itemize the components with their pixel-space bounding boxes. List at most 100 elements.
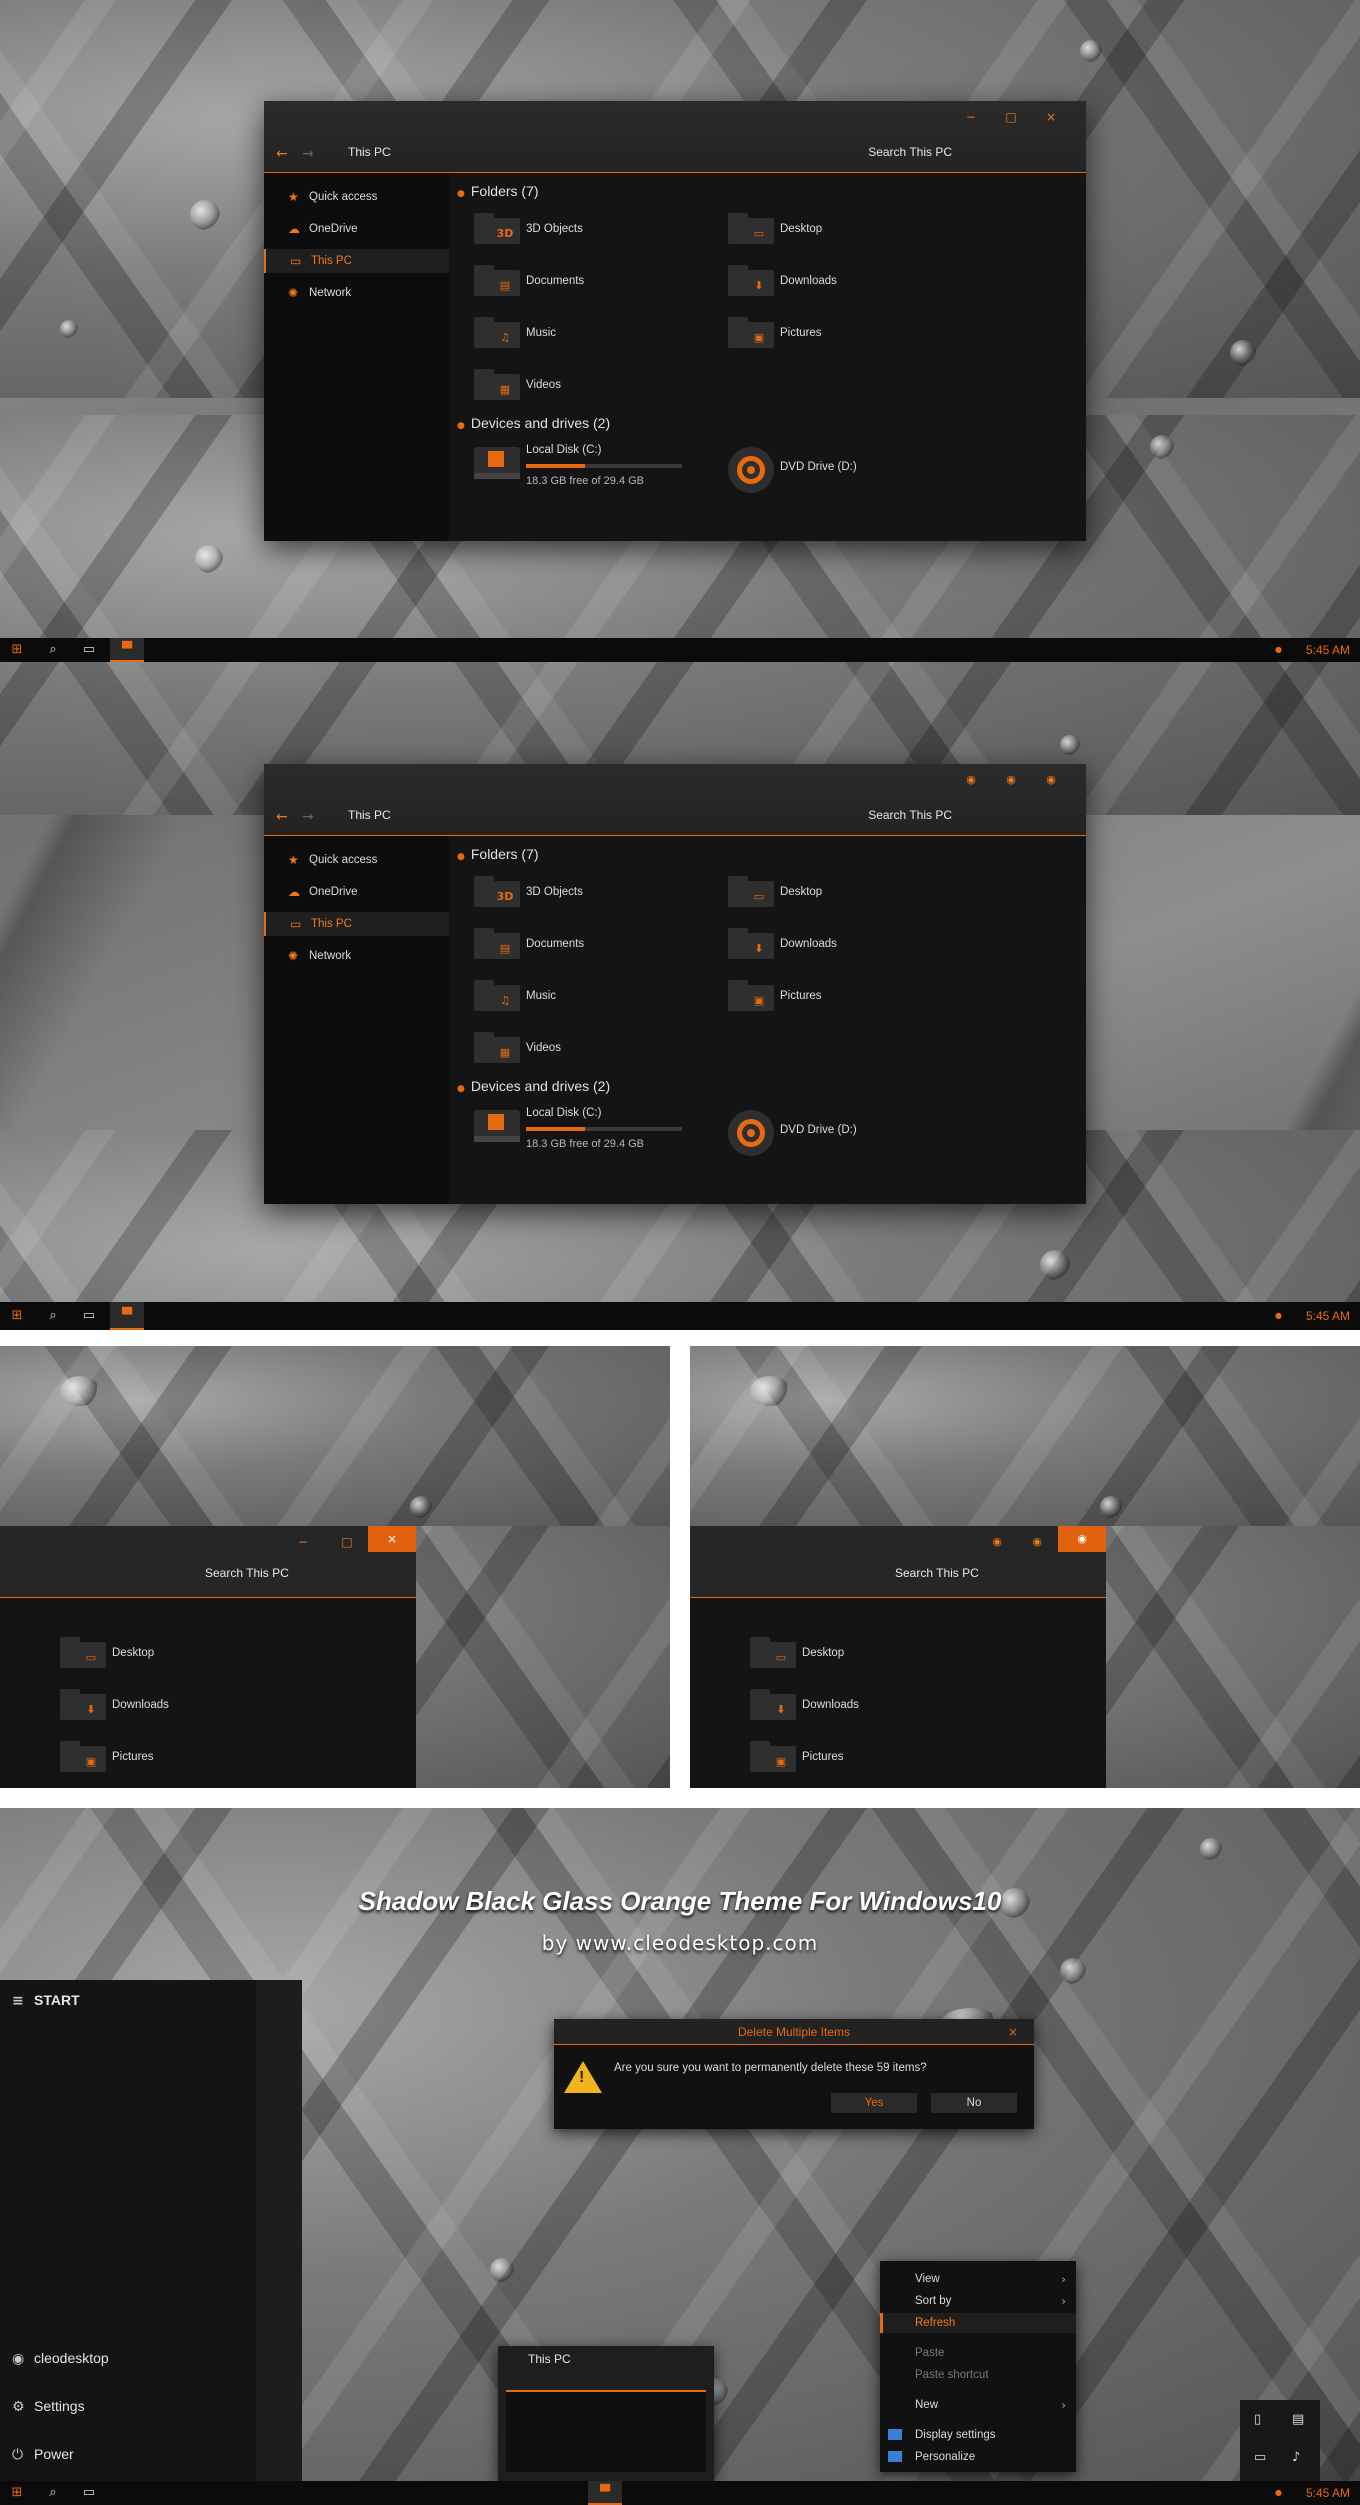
- breadcrumb[interactable]: This PC: [348, 808, 391, 822]
- start-settings[interactable]: ⚙ Settings: [12, 2398, 85, 2415]
- folder-icon[interactable]: 3D: [474, 875, 520, 907]
- breadcrumb[interactable]: This PC: [348, 145, 391, 159]
- forward-button[interactable]: →: [302, 809, 314, 825]
- folders-group-header[interactable]: ● Folders (7): [457, 846, 539, 862]
- promo-byline[interactable]: by www.cleodesktop.com: [0, 1931, 1360, 1955]
- menu-item-view[interactable]: View ›: [880, 2269, 1076, 2289]
- folder-icon[interactable]: ▦: [474, 368, 520, 400]
- clock[interactable]: 5:45 AM: [1306, 1302, 1350, 1330]
- folder-label-downloads[interactable]: Downloads: [780, 275, 837, 287]
- folder-label-pictures[interactable]: Pictures: [112, 1751, 154, 1763]
- drives-group-header[interactable]: ● Devices and drives (2): [457, 1078, 610, 1094]
- folder-icon[interactable]: ▭: [750, 1636, 796, 1668]
- drive-label-c[interactable]: Local Disk (C:): [526, 1107, 601, 1119]
- dvd-drive-icon[interactable]: [728, 1110, 774, 1156]
- folder-label-desktop[interactable]: Desktop: [112, 1647, 154, 1659]
- search-icon[interactable]: ⌕: [36, 1302, 70, 1330]
- folder-label-videos[interactable]: Videos: [526, 379, 561, 391]
- folder-label-pictures[interactable]: Pictures: [802, 1751, 844, 1763]
- file-explorer-taskbar-icon[interactable]: ▀: [588, 2481, 622, 2505]
- menu-item-display-settings[interactable]: Display settings: [880, 2425, 1076, 2445]
- folder-label-documents[interactable]: Documents: [526, 938, 584, 950]
- folder-icon[interactable]: 3D: [474, 212, 520, 244]
- minimize-button[interactable]: −: [960, 109, 982, 125]
- folder-label-3d-objects[interactable]: 3D Objects: [526, 223, 583, 235]
- clock[interactable]: 5:45 AM: [1306, 638, 1350, 662]
- minimize-button[interactable]: ◉: [986, 1534, 1008, 1550]
- sidebar-item-quick-access[interactable]: ★ Quick access: [264, 185, 449, 209]
- file-explorer-taskbar-icon[interactable]: ▀: [110, 638, 144, 662]
- hard-drive-icon[interactable]: [474, 443, 520, 483]
- folder-icon[interactable]: ▭: [60, 1636, 106, 1668]
- folder-label-3d-objects[interactable]: 3D Objects: [526, 886, 583, 898]
- start-user[interactable]: ◉ cleodesktop: [12, 2350, 109, 2367]
- search-input[interactable]: Search This PC: [868, 808, 952, 822]
- menu-item-personalize[interactable]: Personalize: [880, 2447, 1076, 2467]
- close-button[interactable]: ◉: [1040, 772, 1062, 788]
- task-view-icon[interactable]: ▭: [72, 638, 106, 662]
- maximize-button[interactable]: □: [336, 1534, 358, 1550]
- drive-label-c[interactable]: Local Disk (C:): [526, 444, 601, 456]
- dialog-close-button[interactable]: ×: [1008, 2019, 1018, 2045]
- yes-button[interactable]: Yes: [831, 2093, 917, 2113]
- file-explorer-taskbar-icon[interactable]: ▀: [110, 1302, 144, 1330]
- folder-label-desktop[interactable]: Desktop: [802, 1647, 844, 1659]
- maximize-button[interactable]: □: [1000, 109, 1022, 125]
- folder-label-documents[interactable]: Documents: [526, 275, 584, 287]
- folder-icon[interactable]: ⬇: [750, 1688, 796, 1720]
- folder-label-music[interactable]: Music: [526, 990, 556, 1002]
- maximize-button[interactable]: ◉: [1026, 1534, 1048, 1550]
- start-power[interactable]: ⏻ Power: [12, 2446, 74, 2463]
- dvd-drive-icon[interactable]: [728, 447, 774, 493]
- close-button[interactable]: ◉: [1058, 1526, 1106, 1552]
- folder-label-music[interactable]: Music: [526, 327, 556, 339]
- forward-button[interactable]: →: [302, 146, 314, 162]
- start-button[interactable]: ⊞: [0, 1302, 34, 1330]
- menu-item-paste-shortcut[interactable]: Paste shortcut: [880, 2365, 1076, 2385]
- folder-icon[interactable]: ▦: [474, 1031, 520, 1063]
- menu-item-paste[interactable]: Paste: [880, 2343, 1076, 2363]
- folder-icon[interactable]: ▭: [728, 875, 774, 907]
- folder-icon[interactable]: ▣: [728, 316, 774, 348]
- folder-icon[interactable]: ⬇: [728, 264, 774, 296]
- folder-icon[interactable]: ▤: [474, 927, 520, 959]
- folder-icon[interactable]: ▣: [728, 979, 774, 1011]
- menu-item-refresh[interactable]: Refresh: [880, 2313, 1076, 2333]
- folder-label-desktop[interactable]: Desktop: [780, 223, 822, 235]
- hamburger-icon[interactable]: ≡: [12, 1993, 34, 2009]
- minimize-button[interactable]: ◉: [960, 772, 982, 788]
- usb-icon[interactable]: ▯: [1254, 2412, 1261, 2427]
- search-icon[interactable]: ⌕: [36, 638, 70, 662]
- sidebar-item-this-pc[interactable]: ▭ This PC: [264, 249, 449, 273]
- back-button[interactable]: ←: [276, 146, 288, 162]
- folder-icon[interactable]: ⬇: [60, 1688, 106, 1720]
- folder-icon[interactable]: ♫: [474, 979, 520, 1011]
- sidebar-item-quick-access[interactable]: ★ Quick access: [264, 848, 449, 872]
- folder-label-downloads[interactable]: Downloads: [780, 938, 837, 950]
- minimize-button[interactable]: −: [292, 1534, 314, 1550]
- folder-icon[interactable]: ▣: [60, 1740, 106, 1772]
- search-input[interactable]: Search This PC: [895, 1566, 979, 1580]
- sidebar-item-this-pc[interactable]: ▭ This PC: [264, 912, 449, 936]
- menu-item-sort-by[interactable]: Sort by ›: [880, 2291, 1076, 2311]
- folder-label-downloads[interactable]: Downloads: [112, 1699, 169, 1711]
- search-input[interactable]: Search This PC: [868, 145, 952, 159]
- folder-icon[interactable]: ⬇: [728, 927, 774, 959]
- search-input[interactable]: Search This PC: [205, 1566, 289, 1580]
- folder-label-videos[interactable]: Videos: [526, 1042, 561, 1054]
- sidebar-item-network[interactable]: ✺ Network: [264, 281, 449, 305]
- no-button[interactable]: No: [931, 2093, 1017, 2113]
- hard-drive-icon[interactable]: [474, 1106, 520, 1146]
- sidebar-item-network[interactable]: ✺ Network: [264, 944, 449, 968]
- folder-label-pictures[interactable]: Pictures: [780, 327, 822, 339]
- folders-group-header[interactable]: ● Folders (7): [457, 183, 539, 199]
- back-button[interactable]: ←: [276, 809, 288, 825]
- folder-label-pictures[interactable]: Pictures: [780, 990, 822, 1002]
- sidebar-item-onedrive[interactable]: ☁ OneDrive: [264, 880, 449, 904]
- search-icon[interactable]: ⌕: [36, 2481, 70, 2505]
- start-header[interactable]: ≡ START: [12, 1992, 80, 2009]
- task-view-icon[interactable]: ▭: [72, 1302, 106, 1330]
- volume-icon[interactable]: ♪: [1292, 2450, 1300, 2465]
- taskbar-thumbnail[interactable]: This PC: [498, 2346, 714, 2481]
- clock[interactable]: 5:45 AM: [1306, 2481, 1350, 2505]
